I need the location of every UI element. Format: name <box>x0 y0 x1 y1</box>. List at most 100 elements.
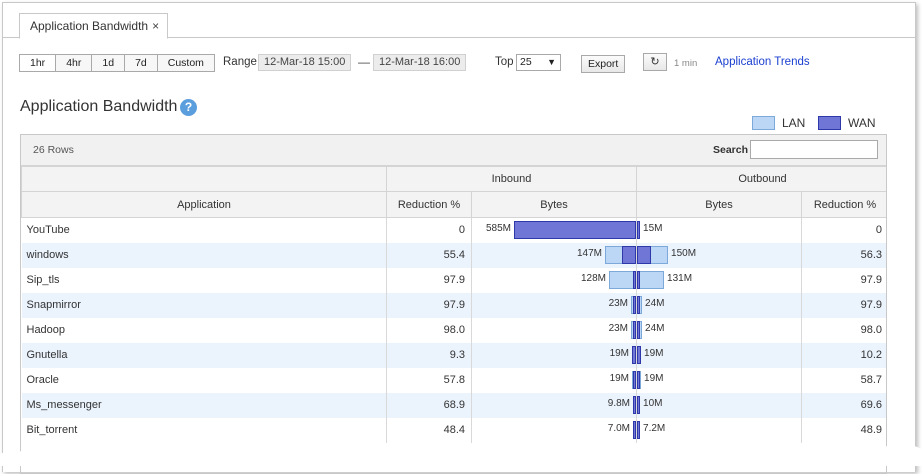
group-inbound-header: Inbound <box>385 166 638 192</box>
inbound-bytes-label: 147M <box>577 247 603 259</box>
outbound-wan-bar[interactable] <box>637 320 641 339</box>
cell-in-reduction: 55.4 <box>386 242 472 268</box>
range-1d-button[interactable]: 1d <box>92 55 126 71</box>
cell-application: windows <box>21 242 387 268</box>
cell-in-reduction: 57.8 <box>386 367 472 393</box>
cell-in-reduction: 9.3 <box>386 342 472 368</box>
cell-out-reduction: 98.0 <box>801 317 886 343</box>
legend-lan-swatch <box>752 116 775 130</box>
table-row[interactable]: Gnutella 9.3 19M 19M 10.2 <box>21 342 886 368</box>
table-row[interactable]: Snapmirror 97.9 23M 24M 97.9 <box>21 292 886 318</box>
top-label: Top <box>495 56 514 68</box>
row-count: 26 Rows <box>33 144 74 156</box>
table-row[interactable]: Ms_messenger 68.9 9.8M 10M 69.6 <box>21 392 886 418</box>
table-row[interactable]: Sip_tls 97.9 128M 131M 97.9 <box>21 267 886 293</box>
outbound-wan-bar[interactable] <box>637 295 641 314</box>
bandwidth-grid: 26 Rows Search Inbound Outbound Applicat… <box>20 134 887 474</box>
col-out-bytes-header[interactable]: Bytes <box>636 191 803 218</box>
inbound-bytes-label: 585M <box>486 223 512 234</box>
inbound-wan-bar[interactable] <box>632 345 637 364</box>
outbound-wan-bar[interactable] <box>637 245 652 264</box>
outbound-wan-bar[interactable] <box>637 221 641 239</box>
col-in-bytes-header[interactable]: Bytes <box>470 191 638 218</box>
outbound-wan-bar[interactable] <box>637 270 641 289</box>
cell-application: Snapmirror <box>21 292 387 318</box>
cell-application: YouTube <box>21 217 387 243</box>
outbound-wan-bar[interactable] <box>637 395 641 414</box>
cell-out-bytes: 24M <box>636 317 803 343</box>
time-range-selector: 1hr 4hr 1d 7d Custom <box>19 54 215 72</box>
cell-in-bytes: 9.8M <box>471 392 638 418</box>
start-time-field[interactable]: 12-Mar-18 15:00 <box>258 54 352 71</box>
outbound-bytes-label: 131M <box>667 272 693 284</box>
range-7d-button[interactable]: 7d <box>125 55 158 71</box>
cell-out-reduction: 58.7 <box>801 367 886 393</box>
inbound-bytes-label: 19M <box>609 347 630 359</box>
cell-out-reduction: 0 <box>801 217 886 243</box>
inbound-bytes-label: 128M <box>581 272 607 284</box>
cell-out-bytes: 131M <box>636 267 803 293</box>
cell-application: Oracle <box>21 367 387 393</box>
inbound-bytes-label: 9.8M <box>607 397 631 409</box>
refresh-icon: ↻ <box>650 56 660 68</box>
table-body: YouTube 0 585M 15M 0 windows 55.4 147M 150M 56.3 S… <box>21 217 886 443</box>
table-row[interactable]: Hadoop 98.0 23M 24M 98.0 <box>21 317 886 343</box>
table-row[interactable]: Oracle 57.8 19M 19M 58.7 <box>21 367 886 393</box>
range-4hr-button[interactable]: 4hr <box>56 55 93 71</box>
refresh-button[interactable]: ↻ <box>643 53 667 71</box>
cell-in-bytes: 19M <box>471 367 638 393</box>
cell-in-bytes: 23M <box>471 317 638 343</box>
col-out-reduction-header[interactable]: Reduction % <box>801 191 886 218</box>
cell-in-reduction: 0 <box>386 217 472 243</box>
search-input[interactable] <box>750 140 878 159</box>
range-1hr-button[interactable]: 1hr <box>20 55 57 71</box>
range-custom-button[interactable]: Custom <box>158 55 214 71</box>
col-in-reduction-header[interactable]: Reduction % <box>386 191 472 218</box>
cell-in-reduction: 68.9 <box>386 392 472 418</box>
outbound-bytes-label: 15M <box>643 223 663 234</box>
inbound-wan-bar[interactable] <box>622 245 637 264</box>
outbound-wan-bar[interactable] <box>637 345 642 364</box>
refresh-interval: 1 min <box>674 58 698 69</box>
range-label: Range <box>223 56 257 68</box>
help-icon[interactable]: ? <box>180 99 197 116</box>
export-button[interactable]: Export <box>581 55 626 73</box>
inbound-bytes-label: 19M <box>609 372 630 384</box>
outbound-wan-bar[interactable] <box>637 370 641 389</box>
grid-header-bar: 26 Rows Search <box>21 135 886 166</box>
group-outbound-header: Outbound <box>636 166 886 192</box>
top-select[interactable]: 25 ▼ <box>516 54 561 71</box>
end-time-field[interactable]: 12-Mar-18 16:00 <box>373 54 467 71</box>
close-icon[interactable]: × <box>152 19 159 33</box>
col-application-header[interactable]: Application <box>21 191 387 218</box>
legend-wan-label: WAN <box>848 116 876 130</box>
top-select-value: 25 <box>520 56 532 68</box>
tab-bar: Application Bandwidth × <box>3 3 915 39</box>
legend-lan-label: LAN <box>782 116 806 130</box>
inbound-wan-bar[interactable] <box>514 221 637 239</box>
app-window: Application Bandwidth × 1hr 4hr 1d 7d Cus… <box>2 2 916 474</box>
outbound-bytes-label: 10M <box>643 397 663 409</box>
inbound-bytes-label: 23M <box>608 322 629 334</box>
cell-in-bytes: 19M <box>471 342 638 368</box>
bandwidth-table: Inbound Outbound Application Reduction %… <box>21 166 886 443</box>
cell-out-reduction: 69.6 <box>801 392 886 418</box>
toolbar: 1hr 4hr 1d 7d Custom Range 12-Mar-18 15:… <box>19 53 909 73</box>
table-row[interactable]: windows 55.4 147M 150M 56.3 <box>21 242 886 268</box>
cell-application: Hadoop <box>21 317 387 343</box>
torn-edge <box>0 442 922 466</box>
inbound-lan-bar[interactable] <box>609 270 637 289</box>
cell-out-reduction: 10.2 <box>801 342 886 368</box>
tab-application-bandwidth[interactable]: Application Bandwidth × <box>19 13 169 39</box>
table-row[interactable]: YouTube 0 585M 15M 0 <box>21 217 886 243</box>
tab-label: Application Bandwidth <box>30 19 149 33</box>
cell-in-bytes: 23M <box>471 292 638 318</box>
cell-out-bytes: 15M <box>636 217 803 243</box>
cell-out-bytes: 19M <box>636 367 803 393</box>
outbound-bytes-label: 24M <box>645 297 665 309</box>
cell-in-reduction: 97.9 <box>386 292 472 318</box>
outbound-lan-bar[interactable] <box>637 270 665 289</box>
range-separator: — <box>358 55 370 69</box>
page-title: Application Bandwidth <box>20 98 178 115</box>
application-trends-link[interactable]: Application Trends <box>715 56 810 68</box>
